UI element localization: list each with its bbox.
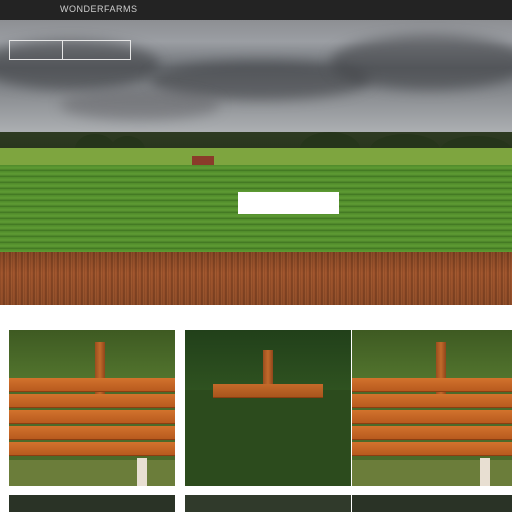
sign-plank [9,378,175,392]
sign-post [95,342,105,402]
feature-card[interactable] [352,330,512,486]
stake [137,458,147,486]
hero-sky [0,20,512,140]
divider [62,41,63,59]
feature-card[interactable] [185,330,351,486]
hero-section [0,20,512,305]
feature-card-partial[interactable] [352,495,512,512]
barn [192,156,214,165]
feature-card-partial[interactable] [9,495,175,512]
top-bar: WONDERFARMS [0,0,512,20]
stake [480,458,490,486]
hero-cta-button[interactable] [238,192,339,214]
sign-plank [213,384,323,398]
sign-plank [352,378,512,392]
hero-logo-box[interactable] [9,40,131,60]
site-brand[interactable]: WONDERFARMS [60,4,138,14]
sign-post [436,342,446,402]
feature-card-partial[interactable] [185,495,351,512]
feature-card[interactable] [9,330,175,486]
